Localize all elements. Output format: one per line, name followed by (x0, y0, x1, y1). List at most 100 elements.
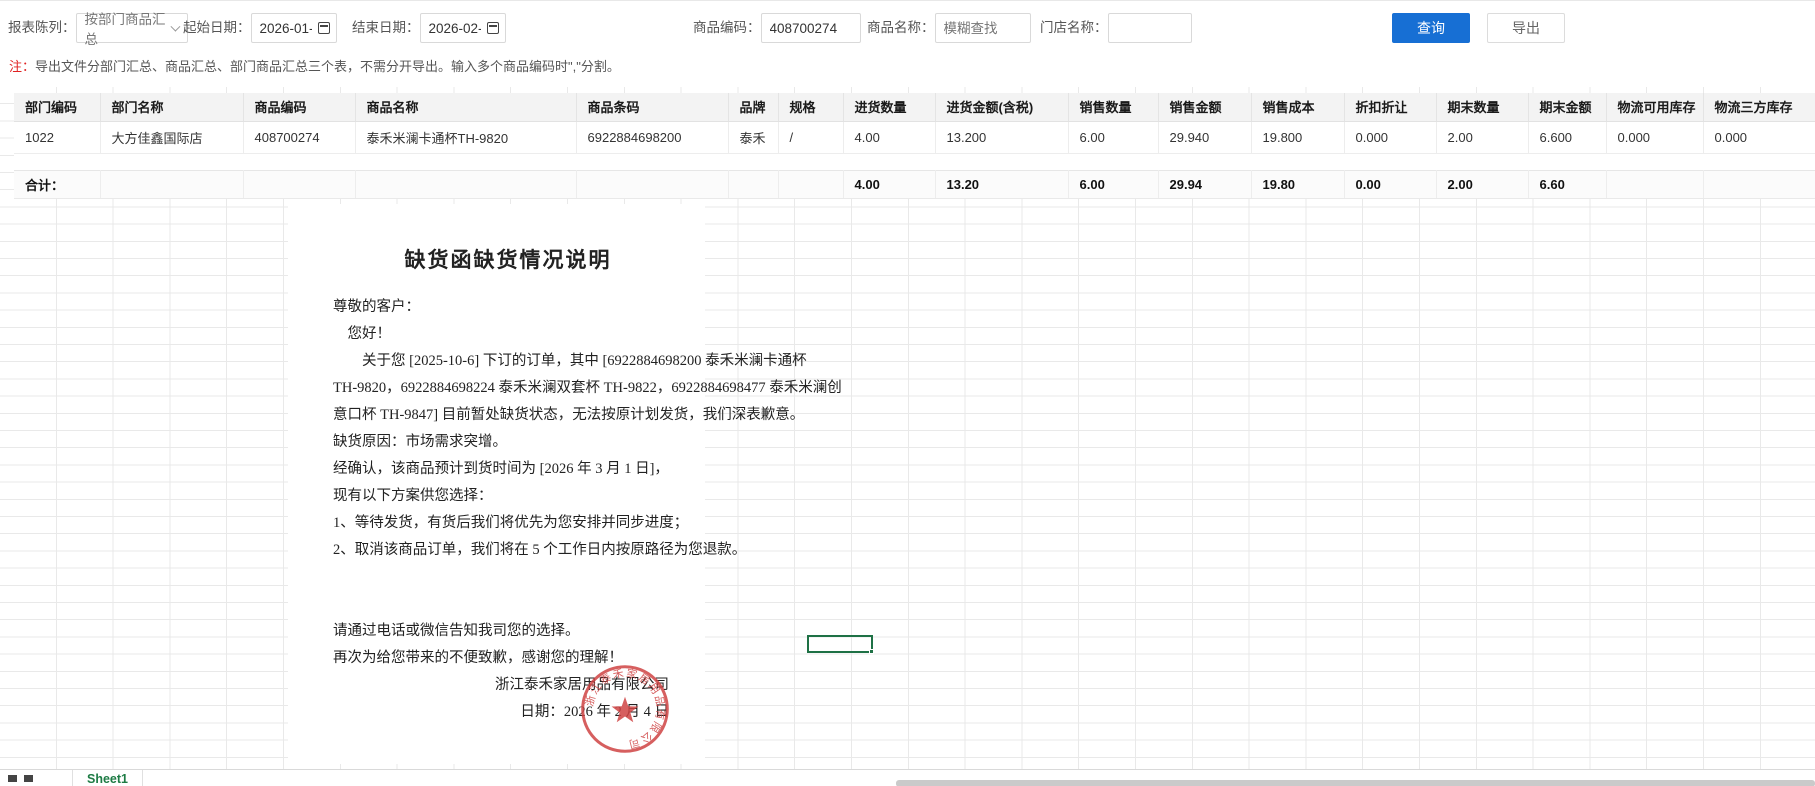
product-name-label: 商品名称： (867, 20, 935, 35)
end-date-group: 结束日期： (352, 13, 506, 43)
cell: 0.000 (1703, 121, 1815, 154)
calendar-icon[interactable] (486, 22, 499, 34)
letter-line: 缺货原因：市场需求突增。 (333, 434, 507, 450)
cell: 2.00 (1436, 121, 1529, 154)
product-code-input[interactable] (760, 13, 861, 43)
letter-line: 尊敬的客户： (333, 299, 420, 315)
cell: / (778, 121, 844, 154)
horizontal-scrollbar[interactable] (896, 780, 1815, 786)
letter-line (333, 564, 683, 591)
product-name-group: 商品名称： (867, 13, 1031, 43)
company-stamp: 浙江泰禾家居用品有限公司 (581, 665, 669, 753)
calendar-icon[interactable] (317, 22, 330, 34)
end-date-label: 结束日期： (352, 20, 420, 35)
letter-line: 请通过电话或微信告知我司您的选择。 (333, 623, 580, 639)
export-note: 注：导出文件分部门汇总、商品汇总、部门商品汇总三个表，不需分开导出。输入多个商品… (9, 56, 620, 75)
total-cell (243, 169, 356, 199)
store-name-input[interactable] (1107, 13, 1192, 43)
table-total-row: 合计： 4.00 13.20 6.00 29.94 19.80 0.00 2.0… (14, 169, 1815, 199)
cell: 0.000 (1344, 121, 1437, 154)
store-name-label: 门店名称： (1040, 20, 1108, 35)
filter-toolbar: 报表陈列： 按部门商品汇总 起始日期： 结束日期： 商品编码： 商品 (0, 1, 1815, 87)
total-cell (728, 169, 779, 199)
report-type-value: 按部门商品汇总 (84, 12, 166, 47)
total-cell: 6.00 (1068, 169, 1159, 199)
letter-line (333, 591, 683, 618)
col-header: 品牌 (728, 93, 779, 122)
col-header: 销售金额 (1158, 93, 1252, 122)
cell: 19.800 (1251, 121, 1345, 154)
letter-line: 关于您 [2025-10-6] 下订的订单，其中 [6922884698200 … (333, 353, 807, 369)
product-code-label: 商品编码： (693, 20, 761, 35)
sheet-tab-sheet1[interactable]: Sheet1 (72, 770, 143, 786)
store-name-group: 门店名称： (1040, 13, 1192, 43)
product-code-group: 商品编码： (693, 13, 861, 43)
query-button[interactable]: 查询 (1392, 13, 1470, 43)
col-header: 物流三方库存 (1703, 93, 1815, 122)
letter-line: 您好！ (333, 326, 391, 342)
total-cell: 13.20 (935, 169, 1069, 199)
report-type-label: 报表陈列： (8, 20, 76, 35)
report-type-select[interactable]: 按部门商品汇总 (75, 12, 188, 47)
spacer-row (14, 153, 1815, 170)
col-header: 销售成本 (1251, 93, 1345, 122)
cell: 6922884698200 (576, 121, 729, 154)
cell: 大方佳鑫国际店 (100, 121, 244, 154)
sheet-tab-partial[interactable] (4, 770, 42, 786)
report-type-group: 报表陈列： 按部门商品汇总 (8, 12, 188, 47)
col-header: 商品编码 (243, 93, 356, 122)
col-header: 进货数量 (843, 93, 936, 122)
cell: 408700274 (243, 121, 356, 154)
total-cell (576, 169, 729, 199)
cell: 泰禾 (728, 121, 779, 154)
col-header: 进货金额(含税) (935, 93, 1069, 122)
col-header: 物流可用库存 (1606, 93, 1704, 122)
active-cell-selection[interactable] (807, 635, 874, 654)
total-cell (778, 169, 844, 199)
total-cell (1606, 169, 1704, 199)
start-date-group: 起始日期： (183, 13, 337, 43)
total-cell: 2.00 (1436, 169, 1529, 199)
fill-handle[interactable] (869, 649, 874, 654)
total-cell (1703, 169, 1815, 199)
letter-line: 意口杯 TH-9847] 目前暂处缺货状态，无法按原计划发货，我们深表歉意。 (333, 407, 805, 423)
letter-line: 2、取消该商品订单，我们将在 5 个工作日内按原路径为您退款。 (333, 542, 747, 558)
col-header: 规格 (778, 93, 844, 122)
cell: 4.00 (843, 121, 936, 154)
cell: 泰禾米澜卡通杯TH-9820 (355, 121, 577, 154)
letter-title: 缺货函缺货情况说明 (404, 248, 612, 272)
start-date-label: 起始日期： (183, 20, 251, 35)
cell: 0.000 (1606, 121, 1704, 154)
total-cell: 0.00 (1344, 169, 1437, 199)
total-cell: 6.60 (1528, 169, 1607, 199)
report-table: 部门编码 部门名称 商品编码 商品名称 商品条码 品牌 规格 进货数量 进货金额… (14, 93, 1815, 199)
cell: 6.600 (1528, 121, 1607, 154)
page: 报表陈列： 按部门商品汇总 起始日期： 结束日期： 商品编码： 商品 (0, 0, 1815, 786)
star-icon (611, 696, 639, 723)
total-cell (355, 169, 577, 199)
col-header: 期末数量 (1436, 93, 1529, 122)
letter-line: 现有以下方案供您选择： (333, 488, 493, 504)
note-text: 导出文件分部门汇总、商品汇总、部门商品汇总三个表，不需分开导出。输入多个商品编码… (35, 59, 620, 74)
total-cell (100, 169, 244, 199)
col-header: 商品名称 (355, 93, 577, 122)
col-header: 商品条码 (576, 93, 729, 122)
cell: 13.200 (935, 121, 1069, 154)
cell: 6.00 (1068, 121, 1159, 154)
total-cell: 29.94 (1158, 169, 1252, 199)
letter-line: TH-9820，6922884698224 泰禾米澜双套杯 TH-9822，69… (333, 380, 842, 396)
cell: 29.940 (1158, 121, 1252, 154)
cell: 1022 (14, 121, 101, 154)
table-header-row: 部门编码 部门名称 商品编码 商品名称 商品条码 品牌 规格 进货数量 进货金额… (14, 93, 1815, 122)
letter-line: 1、等待发货，有货后我们将优先为您安排并同步进度； (333, 515, 689, 531)
col-header: 销售数量 (1068, 93, 1159, 122)
col-header: 期末金额 (1528, 93, 1607, 122)
total-cell: 合计： (14, 169, 101, 199)
table-row[interactable]: 1022 大方佳鑫国际店 408700274 泰禾米澜卡通杯TH-9820 69… (14, 121, 1815, 154)
col-header: 折扣折让 (1344, 93, 1437, 122)
note-prefix: 注： (9, 59, 36, 74)
total-cell: 4.00 (843, 169, 936, 199)
product-name-input[interactable] (934, 13, 1031, 43)
export-button[interactable]: 导出 (1487, 13, 1565, 43)
letter-line: 经确认，该商品预计到货时间为 [2026 年 3 月 1 日]， (333, 461, 669, 477)
